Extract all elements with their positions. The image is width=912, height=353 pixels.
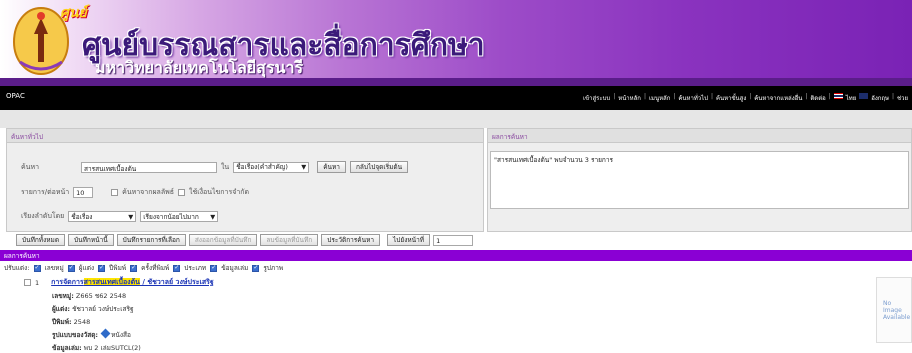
per-page-input[interactable]: 10 [73,187,94,198]
chevron-down-icon: ▼ [301,163,307,171]
holdings-checkbox[interactable] [210,264,218,272]
search-row: ค้นหา สารสนเทศเบื้องต้น ใน ชื่อเรื่อง(คำ… [21,161,409,173]
nav-other-sources[interactable]: ค้นหาจากแหล่งอื่น [754,93,802,103]
result-summary-text: "สารสนเทศเบื้องต้น" พบจำนวน 3 รายการ [494,156,613,164]
limit-label: ใช้เงื่อนไขการจำกัด [189,188,250,196]
thai-flag-icon[interactable] [833,93,843,99]
send-saved-button[interactable]: ส่งออกข้อมูลที่บันทึก [188,234,258,246]
action-toolbar: บันทึกทั้งหมด บันทึกหน้านี้ บันทึกรายการ… [6,232,912,248]
display-options-label: ปรับแต่ง: [4,264,30,272]
edition-option: ครั้งที่พิมพ์ [141,264,170,272]
no-image-placeholder: No Image Available [876,277,912,343]
nav-login[interactable]: เข้าสู่ระบบ [583,93,610,103]
nav-advanced-search[interactable]: ค้นหาขั้นสูง [716,93,746,103]
back-to-start-button[interactable]: กลับไปจุดเริ่มต้น [349,161,409,173]
edition-checkbox[interactable] [130,264,138,272]
type-option: ประเภท [184,264,207,272]
record-index: 1 [35,278,40,287]
search-history-button[interactable]: ประวัติการค้นหา [321,234,381,246]
search-in-results-label: ค้นหาจากผลลัพธ์ [122,188,175,196]
sort-order-value: เรียงจากน้อยไปมาก [143,212,199,221]
goto-page-button[interactable]: ไปยังหน้าที่ [387,234,431,246]
sort-label: เรียงลำดับโดย [21,212,65,220]
search-label: ค้นหา [21,162,40,171]
result-summary-box: "สารสนเทศเบื้องต้น" พบจำนวน 3 รายการ [490,151,909,209]
per-page-label: รายการ/ต่อหน้า [21,188,70,196]
header-banner: ศูนย์ ศูนย์บรรณสารและสื่อการศึกษา มหาวิท… [0,0,912,86]
field-select-value: ชื่อเรื่อง(คำสำคัญ) [236,163,288,171]
nav-main-menu[interactable]: เมนูหลัก [649,93,670,103]
nav-home[interactable]: หน้าหลัก [618,93,641,103]
banner-small-title: ศูนย์ [60,5,87,21]
top-navbar: OPAC เข้าสู่ระบบ | หน้าหลัก | เมนูหลัก | ค้… [0,86,912,110]
year-checkbox[interactable] [98,264,106,272]
record-author: ผู้แต่ง: ชัชวาลย์ วงษ์ประเสริฐ [52,305,134,313]
callno-option: เลขหมู่ [44,264,64,272]
type-checkbox[interactable] [173,264,181,272]
book-icon [100,328,111,339]
search-button[interactable]: ค้นหา [317,161,346,173]
year-option: ปีพิมพ์ [109,264,127,272]
nav-english[interactable]: อังกฤษ [871,93,889,103]
no-image-line2: Available [883,314,911,321]
sort-row: เรียงลำดับโดย ชื่อเรื่อง ▼ เรียงจากน้อยไ… [21,211,219,222]
record-title-link[interactable]: การจัดการสารสนเทศเบื้องต้น / ชัชวาลย์ วง… [51,277,214,288]
delete-saved-button[interactable]: ลบข้อมูลที่บันทึก [260,234,319,246]
no-image-line1: No Image [883,300,902,314]
save-all-button[interactable]: บันทึกทั้งหมด [16,234,66,246]
sort-field-select[interactable]: ชื่อเรื่อง ▼ [68,211,137,222]
nav-help[interactable]: ช่วย [897,93,908,103]
callno-checkbox[interactable] [33,264,41,272]
sort-field-value: ชื่อเรื่อง [71,212,93,221]
holdings-option: ข้อมูลเล่ม [221,264,249,272]
opac-label: OPAC [6,92,25,100]
nav-contact[interactable]: ติดต่อ [810,93,825,103]
per-page-row: รายการ/ต่อหน้า 10 ค้นหาจากผลลัพธ์ ใช้เงื… [21,187,249,198]
nav-links: เข้าสู่ระบบ | หน้าหลัก | เมนูหลัก | ค้นหาทั… [582,93,908,103]
author-checkbox[interactable] [67,264,75,272]
record-year: ปีพิมพ์: 2548 [52,318,91,326]
save-selected-button[interactable]: บันทึกรายการที่เลือก [116,234,186,246]
result-record: 1 การจัดการสารสนเทศเบื้องต้น / ชัชวาลย์ … [24,277,214,353]
search-panel: ค้นหาทั่วไป ค้นหา สารสนเทศเบื้องต้น ใน ช… [6,128,484,232]
save-page-button[interactable]: บันทึกหน้านี้ [68,234,114,246]
chevron-down-icon: ▼ [210,212,216,221]
field-select[interactable]: ชื่อเรื่อง(คำสำคัญ) ▼ [233,161,310,173]
author-option: ผู้แต่ง [78,264,95,272]
nav-thai[interactable]: ไทย [846,93,857,103]
search-panel-header: ค้นหาทั่วไป [7,129,483,143]
image-option: รูปภาพ [263,264,284,272]
in-label: ใน [221,162,230,171]
goto-page-input[interactable]: 1 [433,234,474,246]
nav-basic-search[interactable]: ค้นหาทั่วไป [678,93,708,103]
banner-stripe [0,78,912,86]
sort-order-select[interactable]: เรียงจากน้อยไปมาก ▼ [140,211,219,222]
result-panel-header: ผลการค้นหา [488,129,911,143]
gray-spacer [0,110,912,128]
result-panel: ผลการค้นหา "สารสนเทศเบื้องต้น" พบจำนวน 3… [487,128,912,232]
record-holdings: ข้อมูลเล่ม: พบ 2 เล่มSUTCL(2) [52,344,141,352]
results-bar: ผลการค้นหา [0,250,912,261]
english-flag-icon[interactable] [859,93,869,99]
display-options: ปรับแต่ง: เลขหมู่ ผู้แต่ง ปีพิมพ์ ครั้งท… [4,263,283,273]
record-callno: เลขหมู่: Z665 ช62 2548 [52,292,127,300]
record-type: รูปแบบของวัสดุ: หนังสือ [52,328,214,340]
limit-checkbox[interactable] [178,189,186,196]
search-input[interactable]: สารสนเทศเบื้องต้น [81,161,217,173]
record-select-checkbox[interactable] [24,279,31,286]
image-checkbox[interactable] [252,264,260,272]
chevron-down-icon: ▼ [128,212,134,221]
search-in-results-checkbox[interactable] [111,189,119,196]
